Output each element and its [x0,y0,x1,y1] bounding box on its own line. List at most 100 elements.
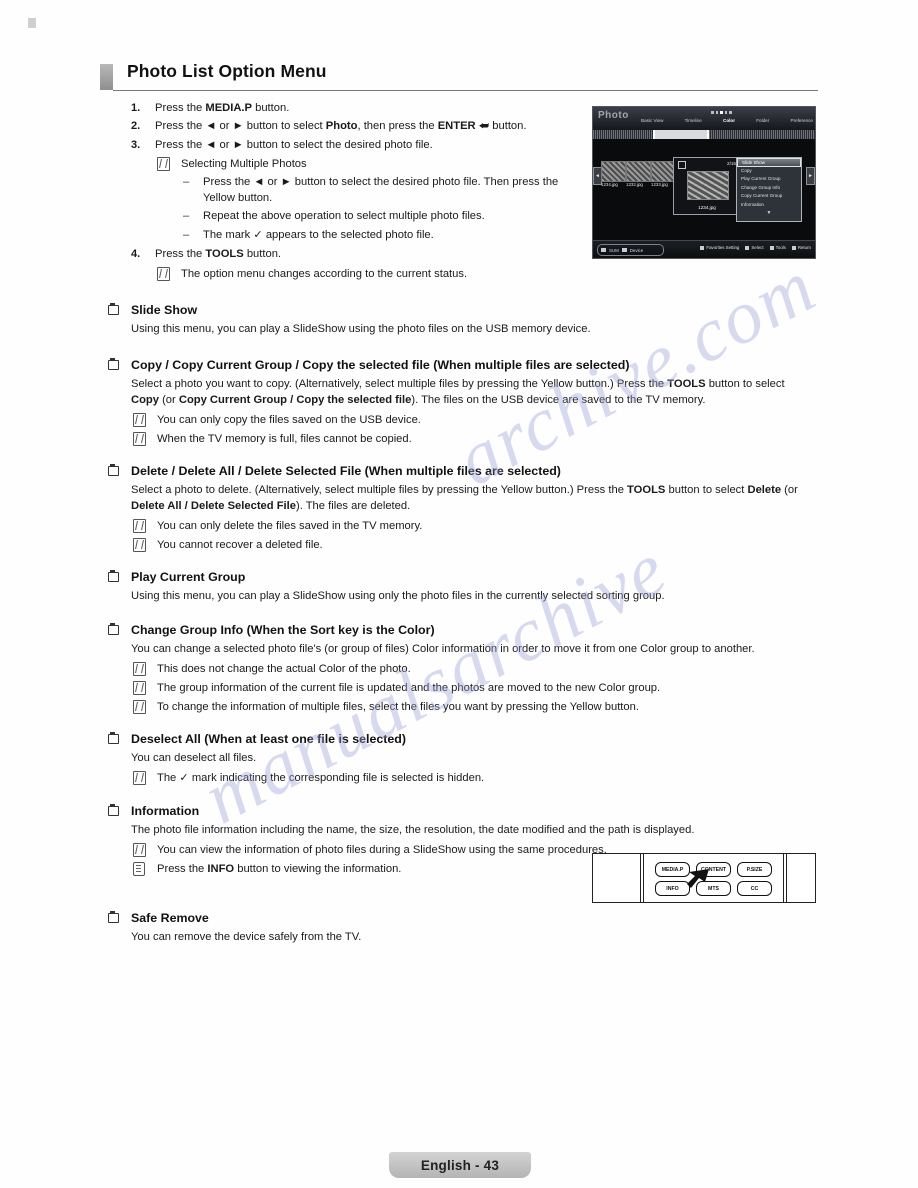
tv-option-menu: Slide Show Copy Play Current Group Change G… [736,157,802,222]
section-bullet-icon [108,303,119,315]
content-section: Copy / Copy Current Group / Copy the sel… [108,357,808,447]
step-number: 1. [131,102,141,114]
tv-content-stage: ◄ ► 1234.jpg 1232.jpg 1233.jpg 2/15 1234… [593,139,815,241]
tv-arrow-right-icon: ► [806,167,815,185]
section-heading: Slide Show [108,302,808,318]
remote-button-cc: CC [737,881,772,896]
tv-photo-preview [687,171,729,200]
note-text: You cannot recover a deleted file. [157,539,323,551]
tv-focused-photo-panel: 2/15 1234.jpg [673,157,741,215]
emphasis-text: Copy [131,393,159,406]
tv-bottom-bar: SUM Device Favorites Setting Select Tools R… [593,240,815,258]
tv-tab-folder: Folder [756,118,770,123]
body-text: button. [243,248,282,261]
note-text: When the TV memory is full, files cannot… [157,433,412,445]
body-text: When the TV memory is full, files cannot… [157,432,412,445]
section-heading-text: Play Current Group [131,570,246,584]
section-heading-text: Slide Show [131,303,198,317]
tv-thumbnail [626,161,651,182]
step-text: Press the ◄ or ► button to select the de… [155,137,581,153]
paragraph: Using this menu, you can play a SlideSho… [131,322,808,338]
tv-hint-icon [700,245,705,250]
step-number: 2. [131,120,141,133]
note-line: When the TV memory is full, files cannot… [131,431,808,447]
note-icon [133,518,146,533]
tv-thumbnail-label: 1232.jpg [626,182,643,187]
section-bullet-icon [108,911,119,923]
document-page: archive.com manualsarchive Photo List Op… [0,0,918,1188]
note-line: You can only copy the files saved on the… [131,412,808,428]
section-heading: Deselect All (When at least one file is … [108,731,808,747]
step-item: 1. Press the MEDIA.P button. [131,100,581,116]
note-icon [157,266,170,281]
page-footer: English - 43 [389,1152,531,1178]
tv-thumbnail [601,161,626,182]
note-text: This does not change the actual Color of… [157,663,411,675]
tv-sum-icon [601,248,606,252]
tv-tab-timeline: Timeline [684,118,702,123]
note-line: Selecting Multiple Photos [155,156,581,172]
emphasis-text: TOOLS [205,248,244,261]
body-text: Press the ◄ or ► button to select the de… [155,138,433,151]
section-heading: Information [108,803,808,819]
step-item: 3. Press the ◄ or ► button to select the … [131,137,581,153]
tv-hint-label: Tools [775,245,786,250]
body-text: Press the [155,102,206,114]
note-line: The group information of the current fil… [131,680,808,696]
tv-top-bar: Photo Basic View Timeline Color Folder Prefe… [593,107,815,130]
content-section: Play Current Group Using this menu, you c… [108,569,808,606]
section-body: You can remove the device safely from th… [108,930,808,946]
emphasis-text: MEDIA.P [205,102,252,114]
tv-thumbnail-label: 1233.jpg [651,182,668,187]
note-icon [133,431,146,446]
tv-dot [715,111,718,114]
tv-menu-item: Information [741,201,764,207]
section-bullet-icon [108,804,119,816]
note-text: The ✓ mark indicating the corresponding … [157,772,484,784]
tv-screen-illustration: Photo Basic View Timeline Color Folder Prefe… [592,106,816,259]
tv-device-icon [621,248,627,252]
body-text: The group information of the current fil… [157,681,661,694]
body-text: You can only delete the files saved in t… [157,519,423,532]
body-text: Using this menu, you can play a SlideSho… [131,323,591,335]
tv-page-dots [711,111,732,114]
tv-dot [711,111,714,114]
section-heading: Copy / Copy Current Group / Copy the sel… [108,357,808,373]
tv-hint-label: Favorites Setting [706,245,740,250]
remote-button-info: INFO [655,881,690,896]
section-heading: Safe Remove [108,910,808,926]
page-title: Photo List Option Menu [127,61,327,81]
paragraph: Select a photo to delete. (Alternatively… [131,483,808,515]
step-number: 3. [131,138,141,151]
tv-scroll-thumb [653,130,709,139]
note-line: The ✓ mark indicating the corresponding … [131,770,808,786]
tv-logo: Photo [598,110,629,121]
section-heading-text: Information [131,804,200,818]
tv-tab-basic-view: Basic View [641,118,664,123]
emphasis-text: ENTER [437,120,476,133]
remote-divider-right [783,854,784,902]
body-text: Press the [157,862,208,875]
note-text: Press the INFO button to viewing the inf… [157,863,401,875]
paragraph: You can remove the device safely from th… [131,930,808,946]
section-bullet-icon [108,570,119,582]
body-text: (or [781,484,798,496]
note-text: You can view the information of photo fi… [157,844,607,856]
body-text: (or [158,393,179,406]
tv-tab-bar: Basic View Timeline Color Folder Preference [641,118,813,123]
step-text: Press the MEDIA.P button. [155,100,581,116]
body-text: The ✓ mark indicating the corresponding … [157,771,485,784]
section-heading-text: Change Group Info (When the Sort key is … [131,623,435,637]
step-number: 4. [131,248,141,261]
step-item: 2. Press the ◄ or ► button to select Phot… [131,118,581,134]
note-line: The option menu changes according to the… [155,266,581,282]
tv-hint-icon [745,245,750,250]
section-body: You can change a selected photo file's (… [108,642,808,715]
step-text: Press the TOOLS button. [155,246,581,262]
section-body: Using this menu, you can play a SlideSho… [108,322,808,338]
paragraph: Using this menu, you can play a SlideSho… [131,589,808,605]
tv-thumbnail-label: 1234.jpg [601,182,618,187]
note-text: The group information of the current fil… [157,682,660,694]
body-text: ⮨ button. [475,120,527,133]
section-heading-text: Safe Remove [131,911,209,925]
